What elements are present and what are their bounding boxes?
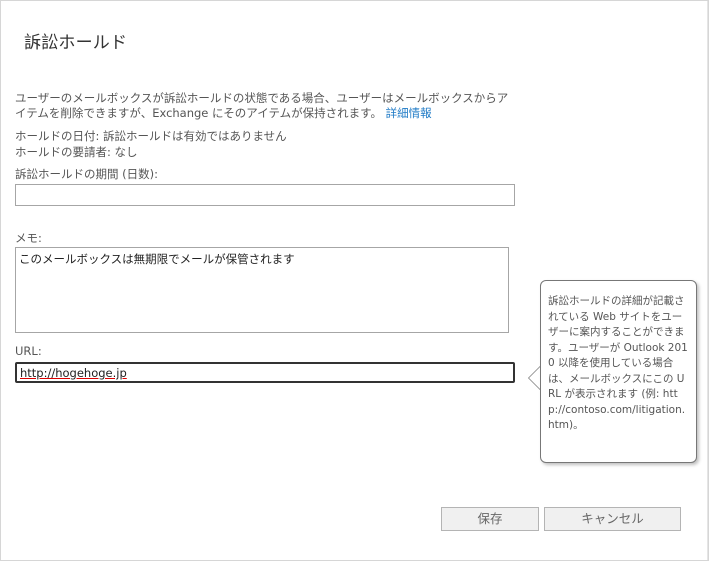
memo-textarea[interactable]: このメールボックスは無期限でメールが保管されます — [15, 247, 509, 333]
hold-requester: ホールドの要請者: なし — [15, 145, 138, 159]
url-label: URL: — [15, 344, 42, 358]
url-value: http://hogehoge.jp — [20, 366, 127, 380]
duration-label: 訴訟ホールドの期間 (日数): — [15, 167, 159, 181]
details-link[interactable]: 詳細情報 — [386, 106, 432, 120]
description: ユーザーのメールボックスが訴訟ホールドの状態である場合、ユーザーはメールボックス… — [15, 91, 515, 121]
url-input[interactable]: http://hogehoge.jp — [15, 362, 515, 383]
cancel-button[interactable]: キャンセル — [544, 507, 681, 531]
memo-label: メモ: — [15, 231, 42, 245]
url-tooltip: 訴訟ホールドの詳細が記載されている Web サイトをユーザーに案内することができ… — [540, 280, 697, 463]
description-text: ユーザーのメールボックスが訴訟ホールドの状態である場合、ユーザーはメールボックス… — [15, 91, 509, 120]
hold-date: ホールドの日付: 訴訟ホールドは有効ではありません — [15, 129, 287, 143]
dialog-title: 訴訟ホールド — [24, 33, 128, 53]
save-button[interactable]: 保存 — [441, 507, 539, 531]
duration-input[interactable] — [15, 184, 515, 206]
